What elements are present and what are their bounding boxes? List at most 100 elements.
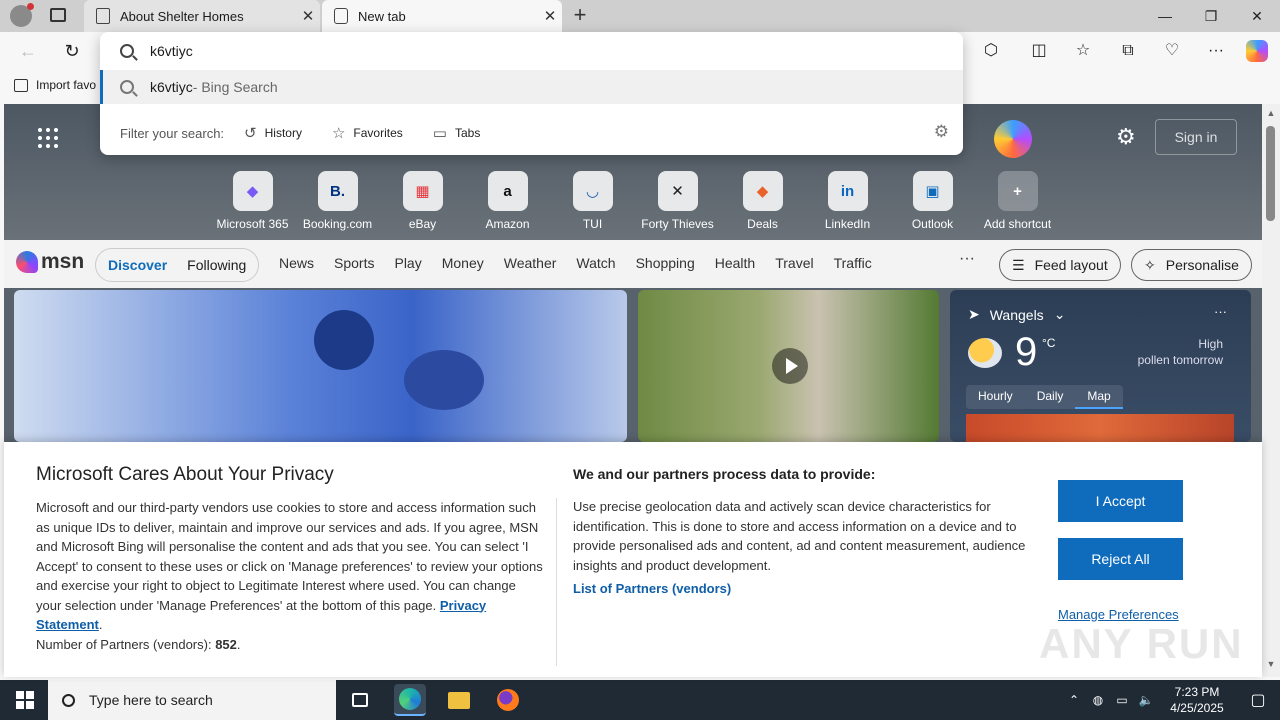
copilot-icon[interactable] bbox=[1246, 40, 1268, 62]
page-settings-gear-icon[interactable]: ⚙ bbox=[1116, 124, 1136, 150]
list-of-partners-link[interactable]: List of Partners (vendors) bbox=[573, 581, 731, 596]
tab-actions-icon[interactable] bbox=[50, 8, 66, 22]
collections-icon[interactable]: ⧉ bbox=[1117, 40, 1139, 62]
shortcut-label: Add shortcut bbox=[983, 217, 1052, 231]
category-money[interactable]: Money bbox=[442, 255, 484, 271]
category-shopping[interactable]: Shopping bbox=[636, 255, 695, 271]
play-icon[interactable] bbox=[772, 348, 808, 384]
filter-favorites[interactable]: ☆ Favorites bbox=[332, 124, 403, 142]
more-categories-icon[interactable]: ··· bbox=[959, 250, 975, 268]
windows-start-icon[interactable] bbox=[16, 691, 34, 709]
shortcut-deals[interactable]: ◆ Deals bbox=[720, 171, 805, 231]
shortcut-amazon[interactable]: a Amazon bbox=[465, 171, 550, 231]
personalise-button[interactable]: ✧ Personalise bbox=[1131, 249, 1252, 281]
extensions-icon[interactable]: ⬡ bbox=[980, 40, 1002, 62]
tab-hourly[interactable]: Hourly bbox=[966, 385, 1025, 409]
shortcut-microsoft-365[interactable]: ◆ Microsoft 365 bbox=[210, 171, 295, 231]
split-screen-icon[interactable]: ◫ bbox=[1028, 40, 1050, 62]
new-tab-page-icon bbox=[334, 8, 348, 24]
close-tab-icon[interactable]: ✕ bbox=[538, 7, 562, 25]
app-launcher-icon[interactable] bbox=[38, 128, 58, 148]
shortcut-booking-com[interactable]: B. Booking.com bbox=[295, 171, 380, 231]
tab-new-tab[interactable]: New tab ✕ bbox=[322, 0, 562, 32]
shortcut-add-shortcut[interactable]: + Add shortcut bbox=[975, 171, 1060, 231]
more-menu-icon[interactable]: ··· bbox=[1205, 40, 1227, 62]
shortcut-forty-thieves[interactable]: ✕ Forty Thieves bbox=[635, 171, 720, 231]
taskbar-search-box[interactable]: Type here to search bbox=[48, 680, 336, 720]
scroll-down-icon[interactable]: ▼ bbox=[1266, 659, 1276, 669]
shortcut-tile-icon: ✕ bbox=[657, 171, 698, 211]
address-input[interactable]: k6vtiyc bbox=[100, 32, 963, 70]
browser-essentials-icon[interactable]: ♡ bbox=[1161, 40, 1183, 62]
category-news[interactable]: News bbox=[279, 255, 314, 271]
msn-logo-text: msn bbox=[41, 250, 85, 273]
category-health[interactable]: Health bbox=[715, 255, 755, 271]
tab-about-shelter-homes[interactable]: About Shelter Homes ✕ bbox=[84, 0, 320, 32]
category-sports[interactable]: Sports bbox=[334, 255, 374, 271]
copilot-icon[interactable] bbox=[994, 120, 1032, 158]
category-play[interactable]: Play bbox=[394, 255, 421, 271]
clock[interactable]: 7:23 PM 4/25/2025 bbox=[1158, 684, 1236, 716]
file-explorer-icon[interactable] bbox=[443, 684, 475, 716]
suggestion-bing-search[interactable]: k6vtiyc - Bing Search bbox=[100, 70, 963, 104]
shortcut-ebay[interactable]: ▦ eBay bbox=[380, 171, 465, 231]
weather-card[interactable]: ➤ Wangels ⌄ ··· 9 °C High pollen tomorro… bbox=[950, 290, 1251, 442]
network-icon[interactable]: ▭ bbox=[1110, 693, 1134, 707]
edge-icon[interactable] bbox=[394, 684, 426, 716]
close-tab-icon[interactable]: ✕ bbox=[296, 7, 320, 25]
scroll-thumb[interactable] bbox=[1266, 126, 1275, 221]
sliders-icon: ☰ bbox=[1012, 256, 1025, 273]
shortcut-tui[interactable]: ◡ TUI bbox=[550, 171, 635, 231]
page-scrollbar[interactable]: ▲ ▼ bbox=[1262, 104, 1280, 677]
chevron-up-icon[interactable]: ⌃ bbox=[1062, 693, 1086, 707]
weather-map[interactable] bbox=[966, 414, 1234, 442]
category-watch[interactable]: Watch bbox=[576, 255, 615, 271]
partners-prefix: Number of Partners (vendors): bbox=[36, 636, 212, 652]
feed-layout-button[interactable]: ☰ Feed layout bbox=[999, 249, 1121, 281]
search-settings-gear-icon[interactable]: ⚙ bbox=[934, 122, 949, 142]
refresh-button[interactable]: ↻ bbox=[61, 40, 83, 62]
device-icon[interactable]: ◍ bbox=[1086, 693, 1110, 707]
back-button[interactable]: ← bbox=[17, 40, 39, 62]
notifications-icon[interactable]: ▢ bbox=[1236, 690, 1280, 710]
volume-icon[interactable]: 🔈 bbox=[1134, 693, 1158, 707]
filter-tabs[interactable]: ▭ Tabs bbox=[433, 124, 481, 142]
weather-location[interactable]: ➤ Wangels ⌄ bbox=[968, 306, 1065, 323]
import-favorites-button[interactable]: Import favo bbox=[14, 78, 96, 92]
category-travel[interactable]: Travel bbox=[775, 255, 813, 271]
tab-daily[interactable]: Daily bbox=[1025, 385, 1076, 409]
shortcut-tile-icon: a bbox=[487, 171, 528, 211]
task-view-icon[interactable] bbox=[344, 684, 376, 716]
category-weather[interactable]: Weather bbox=[504, 255, 557, 271]
news-card-microscope[interactable] bbox=[14, 290, 627, 442]
firefox-icon[interactable] bbox=[492, 684, 524, 716]
clock-date: 4/25/2025 bbox=[1170, 701, 1224, 715]
tab-label: New tab bbox=[358, 8, 406, 24]
restore-button[interactable]: ❐ bbox=[1188, 0, 1234, 32]
news-card-video[interactable] bbox=[638, 290, 939, 442]
minimize-button[interactable]: — bbox=[1142, 0, 1188, 32]
search-icon bbox=[120, 80, 134, 94]
privacy-body-text: Microsoft and our third-party vendors us… bbox=[36, 500, 543, 613]
favorites-icon[interactable]: ☆ bbox=[1072, 40, 1094, 62]
reject-all-button[interactable]: Reject All bbox=[1058, 538, 1183, 580]
segment-discover[interactable]: Discover bbox=[108, 257, 167, 273]
category-traffic[interactable]: Traffic bbox=[834, 255, 872, 271]
msn-logo[interactable]: msn bbox=[16, 250, 84, 274]
pollen-info[interactable]: High pollen tomorrow bbox=[1138, 336, 1223, 368]
segment-following[interactable]: Following bbox=[187, 257, 246, 273]
close-window-button[interactable]: ✕ bbox=[1234, 0, 1280, 32]
weather-more-icon[interactable]: ··· bbox=[1214, 304, 1227, 319]
filter-history[interactable]: ↺ History bbox=[244, 124, 302, 142]
import-favorites-label: Import favo bbox=[36, 78, 97, 92]
tab-map[interactable]: Map bbox=[1075, 385, 1123, 409]
shortcut-outlook[interactable]: ▣ Outlook bbox=[890, 171, 975, 231]
shortcut-tile-icon: ▣ bbox=[912, 171, 953, 211]
accept-button[interactable]: I Accept bbox=[1058, 480, 1183, 522]
sign-in-button[interactable]: Sign in bbox=[1155, 119, 1237, 155]
scroll-up-icon[interactable]: ▲ bbox=[1266, 108, 1276, 118]
new-tab-button[interactable]: + bbox=[568, 4, 592, 28]
msn-navbar: msn Discover Following News Sports Play Mon… bbox=[4, 240, 1262, 288]
profile-avatar-icon[interactable] bbox=[10, 3, 34, 27]
shortcut-linkedin[interactable]: in LinkedIn bbox=[805, 171, 890, 231]
